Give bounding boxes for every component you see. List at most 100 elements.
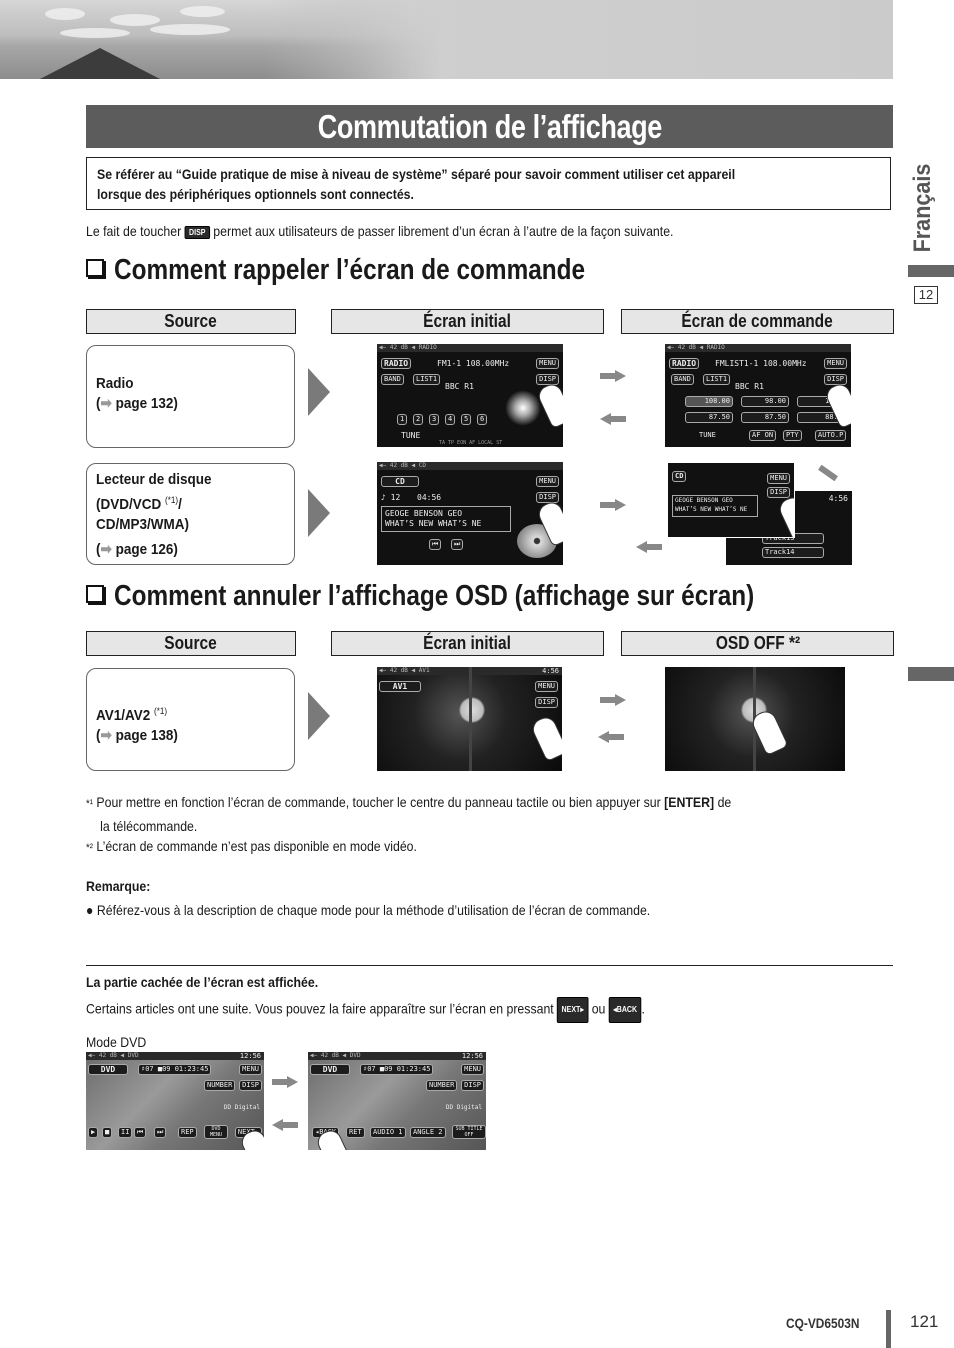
arrow-right-icon — [600, 694, 626, 706]
page-reference: (➡ page 132) — [96, 395, 178, 412]
screen-track-info-box: GEOGE BENSON GEO WHAT’S NEW WHAT’S NE — [672, 495, 758, 517]
screen-time: 12:56 — [461, 1052, 483, 1060]
intro-paragraph: Le fait de toucher DISP permet aux utili… — [86, 223, 754, 239]
language-tab-bar — [908, 265, 954, 277]
screen-preset-button: 6 — [477, 414, 488, 425]
footnote-1: *¹ Pour mettre en fonction l’écran de co… — [86, 791, 819, 837]
footnote-mark: *² — [86, 842, 93, 854]
source-box-radio: Radio (➡ page 132) — [86, 345, 295, 448]
column-header-label: Source — [164, 311, 218, 331]
column-header-source: Source — [86, 309, 296, 334]
cloud-shape — [45, 8, 85, 20]
or-text: ou — [591, 1000, 606, 1017]
screen-mode-label: DVD — [88, 1064, 128, 1075]
flow-triangle-icon — [308, 489, 330, 537]
screen-prev-button: ⏮ — [429, 539, 442, 550]
screen-repeat-button: REP — [178, 1127, 197, 1138]
cloud-shape — [60, 28, 130, 38]
remark-text: Référez-vous à la description de chaque … — [96, 902, 651, 918]
section-heading-recall: Comment rappeler l’écran de commande — [86, 254, 675, 287]
screen-station-name: BBC R1 — [735, 382, 764, 391]
screen-disp-button: DISP — [239, 1080, 262, 1091]
notice-line-1: Se référer au “Guide pratique de mise à … — [97, 166, 736, 182]
column-header-label: Source — [164, 633, 218, 653]
screen-status-bar: ◀− 42 dB ◀ RADIO — [377, 344, 563, 352]
screen-preset-button: 5 — [461, 414, 472, 425]
screen-number-button: NUMBER — [204, 1080, 236, 1091]
screen-menu-button: MENU — [239, 1064, 262, 1075]
screen-pause-button: II — [118, 1127, 133, 1138]
radio-tower-icon — [505, 390, 541, 426]
arrow-right-icon: ➡ — [100, 541, 112, 558]
arrow-right-icon — [600, 370, 626, 382]
screen-station-name: BBC R1 — [445, 382, 474, 391]
divider-line — [86, 965, 893, 966]
screen-artist: GEOGE BENSON GEO — [385, 509, 463, 518]
source-name-line: AV1/AV2 (*1) — [96, 701, 266, 726]
mode-dvd-label-text: Mode DVD — [86, 1034, 147, 1050]
model-number: CQ-VD6503N — [786, 1315, 872, 1331]
screen-menu-button: MENU — [536, 358, 559, 369]
screen-angle-button: ANGLE 2 — [410, 1127, 446, 1138]
screen-mode-label: CD — [672, 471, 687, 482]
header-banner-image — [0, 0, 893, 79]
column-header-osd-off: OSD OFF *² — [621, 631, 894, 656]
arrow-left-icon — [636, 541, 662, 553]
screen-chapter-info: ♯07 ■09 01:23:45 — [138, 1064, 212, 1075]
screen-track-item: Track14 — [762, 547, 824, 558]
source-name: AV1/AV2 — [96, 707, 151, 724]
section-number: 12 — [914, 286, 938, 304]
screen-artist: GEOGE BENSON GEO — [675, 497, 733, 504]
disc-command-screen-image: CD MENU DISP GEOGE BENSON GEO WHAT’S NEW… — [667, 462, 795, 538]
screen-list-button: LIST1 — [413, 374, 441, 385]
screen-prev-button: ⏮ — [134, 1127, 147, 1138]
arrow-left-icon — [598, 731, 624, 743]
screen-pty-button: PTY — [783, 430, 802, 441]
column-header-label: Écran initial — [423, 311, 512, 331]
screen-preset-button: 1 — [397, 414, 408, 425]
road-shape — [40, 48, 160, 79]
screen-frequency: FM1-1 108.00MHz — [437, 359, 510, 368]
page-ref-text: page 126 — [115, 541, 174, 558]
source-formats-line: (DVD/VCD (*1)/ — [96, 495, 182, 513]
disc-initial-screen-image: ◀− 42 dB ◀ CD CD MENU ♪ 12 04:56 DISP GE… — [377, 462, 563, 565]
source-box-av: AV1/AV2 (*1) (➡ page 138) — [86, 668, 295, 771]
screen-time: 4:56 — [542, 667, 559, 675]
screen-track-number: ♪ 12 — [381, 493, 401, 502]
screen-status-bar: ◀− 42 dB ◀ DVD — [86, 1052, 264, 1060]
column-header-label: Écran initial — [423, 633, 512, 653]
column-header-label: Écran de commande — [681, 311, 834, 331]
footnote-ref: (*1) — [154, 706, 168, 716]
screen-preset-button: 3 — [429, 414, 440, 425]
screen-menu-button: MENU — [536, 476, 559, 487]
footnote-ref: (*1) — [165, 495, 179, 505]
screen-disp-button: DISP — [535, 697, 558, 708]
remark-bullet: ● Référez-vous à la description de chaqu… — [86, 899, 727, 921]
dvd-screen-b-image: ◀− 42 dB ◀ DVD 12:56 DVD ♯07 ■09 01:23:4… — [308, 1052, 486, 1150]
screen-disp-button: DISP — [536, 492, 559, 503]
column-header-source: Source — [86, 631, 296, 656]
source-name: Lecteur de disque — [96, 471, 212, 488]
screen-play-button: ▶ — [88, 1127, 99, 1138]
screen-tune-label: TUNE — [699, 431, 716, 439]
screen-list-button: LIST1 — [703, 374, 731, 385]
screen-stop-button: ■ — [102, 1127, 113, 1138]
language-tab-label: Français — [909, 163, 936, 253]
hidden-part-text-before: Certains articles ont une suite. Vous po… — [86, 1000, 554, 1017]
screen-disp-button: DISP — [824, 374, 847, 385]
disp-button-icon: DISP — [184, 225, 210, 239]
footnote-text: la télécommande. — [100, 818, 198, 834]
screen-band-button: BAND — [381, 374, 404, 385]
finger-hand-icon — [776, 493, 794, 537]
arrow-left-icon — [272, 1119, 298, 1131]
notice-box: Se référer au “Guide pratique de mise à … — [86, 157, 891, 210]
screen-audio-button: AUDIO 1 — [370, 1127, 406, 1138]
thumb-index-marker — [908, 667, 954, 681]
screen-number-button: NUMBER — [426, 1080, 458, 1091]
arrow-right-icon — [272, 1076, 298, 1088]
source-name: Radio — [96, 375, 134, 392]
notice-line-2: lorsque des périphériques optionnels son… — [97, 186, 414, 202]
source-format-text: (DVD/VCD — [96, 496, 162, 513]
page-number: 121 — [910, 1312, 939, 1331]
screen-next-track-button: ⏭ — [154, 1127, 167, 1138]
